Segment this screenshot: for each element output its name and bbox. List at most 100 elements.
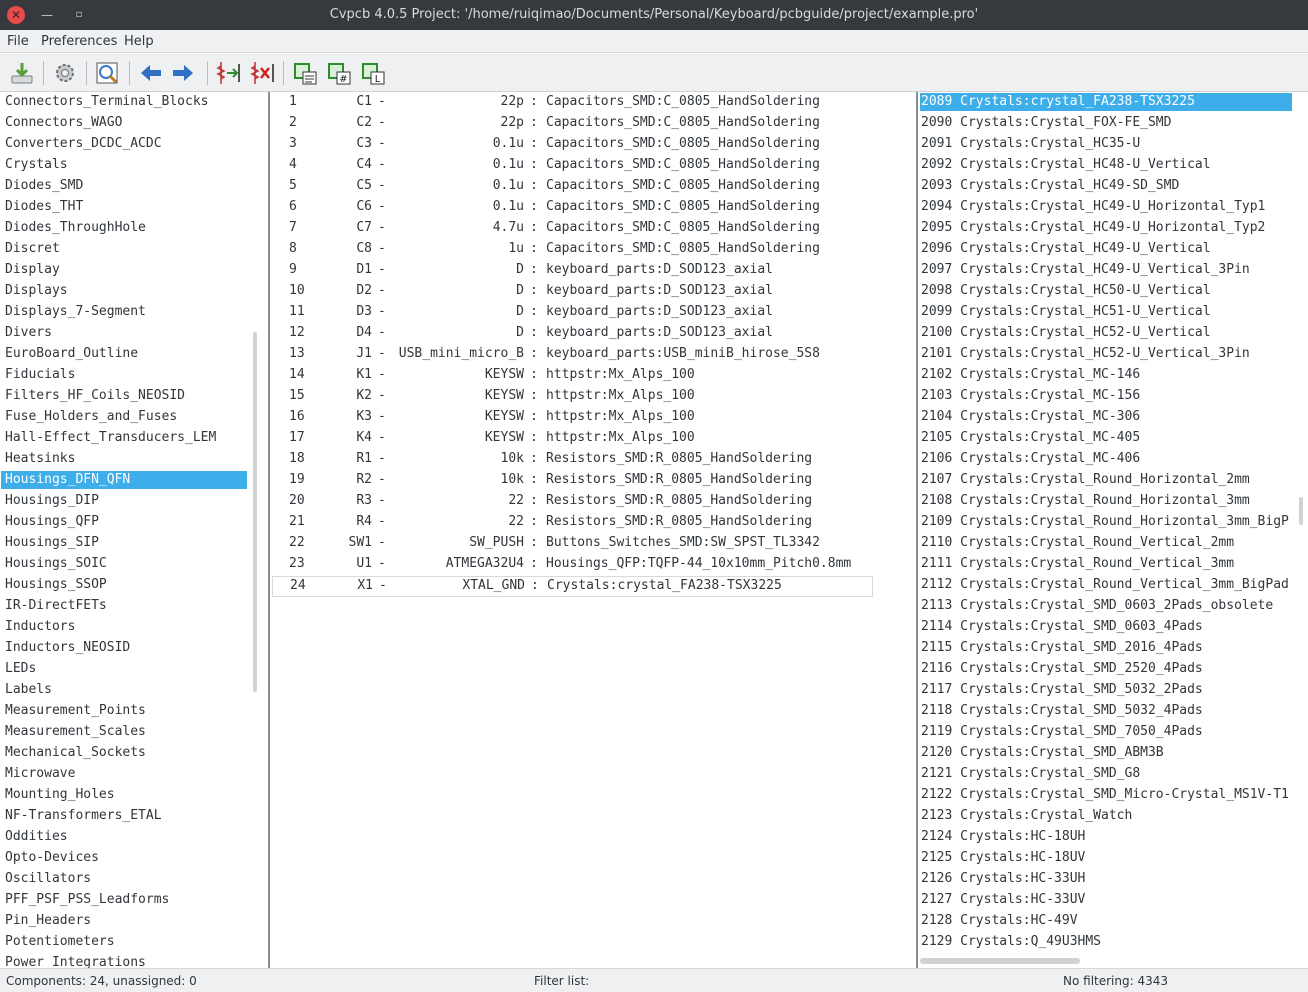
library-item[interactable]: Housings_SIP [1,534,247,552]
library-item[interactable]: Converters_DCDC_ACDC [1,135,247,153]
library-item[interactable]: Measurement_Points [1,702,247,720]
library-item[interactable]: Power_Integrations [1,954,247,968]
delete-associations-button[interactable] [248,59,276,87]
component-list[interactable]: 1 C1 - 22p: Capacitors_SMD:C_0805_HandSolder… [268,92,911,968]
settings-button[interactable] [51,59,79,87]
menu-preferences[interactable]: Preferences [41,34,117,49]
library-item[interactable]: Inductors_NEOSID [1,639,247,657]
library-item[interactable]: Housings_DFN_QFN [1,471,247,489]
filter-by-pin-count-button[interactable]: # [325,59,353,87]
library-item[interactable]: LEDs [1,660,247,678]
library-item[interactable]: Oscillators [1,870,247,888]
library-item[interactable]: Oddities [1,828,247,846]
library-item[interactable]: Mechanical_Sockets [1,744,247,762]
library-item[interactable]: Pin_Headers [1,912,247,930]
library-item[interactable]: Housings_SSOP [1,576,247,594]
component-row[interactable]: 15 K2- KEYSW: httpstr:Mx_Alps_100 [272,387,873,405]
footprint-item[interactable]: 2092 Crystals:Crystal_HC48-U_Vertical [920,156,1292,174]
library-item[interactable]: Connectors_Terminal_Blocks [1,93,247,111]
footprint-item[interactable]: 2095 Crystals:Crystal_HC49-U_Horizontal_… [920,219,1292,237]
footprint-item[interactable]: 2104 Crystals:Crystal_MC-306 [920,408,1292,426]
view-footprint-button[interactable] [93,59,121,87]
footprint-item[interactable]: 2118 Crystals:Crystal_SMD_5032_4Pads [920,702,1292,720]
library-item[interactable]: Microwave [1,765,247,783]
component-row[interactable]: 17 K4- KEYSW: httpstr:Mx_Alps_100 [272,429,873,447]
menu-file[interactable]: File [7,34,29,49]
library-item[interactable]: Measurement_Scales [1,723,247,741]
library-item[interactable]: Fuse_Holders_and_Fuses [1,408,247,426]
library-item[interactable]: Heatsinks [1,450,247,468]
save-button[interactable] [8,59,36,87]
footprint-item[interactable]: 2096 Crystals:Crystal_HC49-U_Vertical [920,240,1292,258]
library-item[interactable]: Diodes_THT [1,198,247,216]
footprint-item[interactable]: 2127 Crystals:HC-33UV [920,891,1292,909]
library-item[interactable]: Labels [1,681,247,699]
footprint-item[interactable]: 2120 Crystals:Crystal_SMD_ABM3B [920,744,1292,762]
component-row[interactable]: 20 R3- 22: Resistors_SMD:R_0805_HandSolderi… [272,492,873,510]
footprint-item[interactable]: 2097 Crystals:Crystal_HC49-U_Vertical_3P… [920,261,1292,279]
library-item[interactable]: Displays_7-Segment [1,303,247,321]
component-row[interactable]: 7 C7- 4.7u: Capacitors_SMD:C_0805_HandSolde… [272,219,873,237]
footprint-item[interactable]: 2125 Crystals:HC-18UV [920,849,1292,867]
footprint-item[interactable]: 2099 Crystals:Crystal_HC51-U_Vertical [920,303,1292,321]
footprint-item[interactable]: 2091 Crystals:Crystal_HC35-U [920,135,1292,153]
footprint-item[interactable]: 2114 Crystals:Crystal_SMD_0603_4Pads [920,618,1292,636]
library-item[interactable]: Display [1,261,247,279]
footprint-item[interactable]: 2102 Crystals:Crystal_MC-146 [920,366,1292,384]
library-item[interactable]: NF-Transformers_ETAL [1,807,247,825]
footprint-item[interactable]: 2107 Crystals:Crystal_Round_Horizontal_2… [920,471,1292,489]
library-item[interactable]: Displays [1,282,247,300]
component-row[interactable]: 3 C3- 0.1u: Capacitors_SMD:C_0805_HandSolde… [272,135,873,153]
library-item[interactable]: Diodes_SMD [1,177,247,195]
component-row[interactable]: 19 R2- 10k: Resistors_SMD:R_0805_HandSolder… [272,471,873,489]
footprint-list-hscrollbar[interactable] [920,958,1080,964]
library-item[interactable]: Crystals [1,156,247,174]
footprint-item[interactable]: 2098 Crystals:Crystal_HC50-U_Vertical [920,282,1292,300]
library-item[interactable]: Housings_QFP [1,513,247,531]
component-row[interactable]: 10 D2- D: keyboard_parts:D_SOD123_axial [272,282,873,300]
library-item[interactable]: Hall-Effect_Transducers_LEM [1,429,247,447]
component-row[interactable]: 8 C8- 1u: Capacitors_SMD:C_0805_HandSolderi… [272,240,873,258]
component-row[interactable]: 1 C1- 22p: Capacitors_SMD:C_0805_HandSolder… [272,93,873,111]
component-row[interactable]: 13 J1- USB_mini_micro_B: keyboard_parts:USB… [272,345,873,363]
filter-by-keywords-button[interactable] [291,59,319,87]
footprint-item[interactable]: 2089 Crystals:crystal_FA238-TSX3225 [920,93,1292,111]
library-item[interactable]: Mounting_Holes [1,786,247,804]
footprint-item[interactable]: 2126 Crystals:HC-33UH [920,870,1292,888]
footprint-item[interactable]: 2105 Crystals:Crystal_MC-405 [920,429,1292,447]
footprint-item[interactable]: 2094 Crystals:Crystal_HC49-U_Horizontal_… [920,198,1292,216]
component-row[interactable]: 14 K1- KEYSW: httpstr:Mx_Alps_100 [272,366,873,384]
footprint-item[interactable]: 2117 Crystals:Crystal_SMD_5032_2Pads [920,681,1292,699]
footprint-list[interactable]: 2089 Crystals:crystal_FA238-TSX3225 2090 … [916,92,1308,968]
library-item[interactable]: Diodes_ThroughHole [1,219,247,237]
footprint-item[interactable]: 2106 Crystals:Crystal_MC-406 [920,450,1292,468]
component-row[interactable]: 24 X1- XTAL_GND: Crystals:crystal_FA238-TSX… [272,576,873,597]
library-item[interactable]: Filters_HF_Coils_NEOSID [1,387,247,405]
component-row[interactable]: 16 K3- KEYSW: httpstr:Mx_Alps_100 [272,408,873,426]
footprint-item[interactable]: 2093 Crystals:Crystal_HC49-SD_SMD [920,177,1292,195]
component-row[interactable]: 23 U1- ATMEGA32U4: Housings_QFP:TQFP-44_10x… [272,555,873,573]
footprint-item[interactable]: 2129 Crystals:Q_49U3HMS [920,933,1292,951]
footprint-item[interactable]: 2101 Crystals:Crystal_HC52-U_Vertical_3P… [920,345,1292,363]
component-row[interactable]: 4 C4- 0.1u: Capacitors_SMD:C_0805_HandSolde… [272,156,873,174]
component-row[interactable]: 9 D1- D: keyboard_parts:D_SOD123_axial [272,261,873,279]
library-item[interactable]: Discret [1,240,247,258]
library-item[interactable]: Opto-Devices [1,849,247,867]
menu-help[interactable]: Help [124,34,154,49]
footprint-item[interactable]: 2090 Crystals:Crystal_FOX-FE_SMD [920,114,1292,132]
footprint-item[interactable]: 2108 Crystals:Crystal_Round_Horizontal_3… [920,492,1292,510]
footprint-item[interactable]: 2115 Crystals:Crystal_SMD_2016_4Pads [920,639,1292,657]
footprint-item[interactable]: 2119 Crystals:Crystal_SMD_7050_4Pads [920,723,1292,741]
library-list-scrollbar[interactable] [253,332,257,692]
footprint-item[interactable]: 2113 Crystals:Crystal_SMD_0603_2Pads_obs… [920,597,1292,615]
component-row[interactable]: 12 D4- D: keyboard_parts:D_SOD123_axial [272,324,873,342]
footprint-item[interactable]: 2110 Crystals:Crystal_Round_Vertical_2mm [920,534,1292,552]
footprint-item[interactable]: 2122 Crystals:Crystal_SMD_Micro-Crystal_… [920,786,1292,804]
footprint-list-vscrollbar[interactable] [1299,497,1303,525]
footprint-item[interactable]: 2123 Crystals:Crystal_Watch [920,807,1292,825]
component-row[interactable]: 6 C6- 0.1u: Capacitors_SMD:C_0805_HandSolde… [272,198,873,216]
library-item[interactable]: Inductors [1,618,247,636]
library-item[interactable]: Housings_SOIC [1,555,247,573]
footprint-item[interactable]: 2100 Crystals:Crystal_HC52-U_Vertical [920,324,1292,342]
library-item[interactable]: Housings_DIP [1,492,247,510]
